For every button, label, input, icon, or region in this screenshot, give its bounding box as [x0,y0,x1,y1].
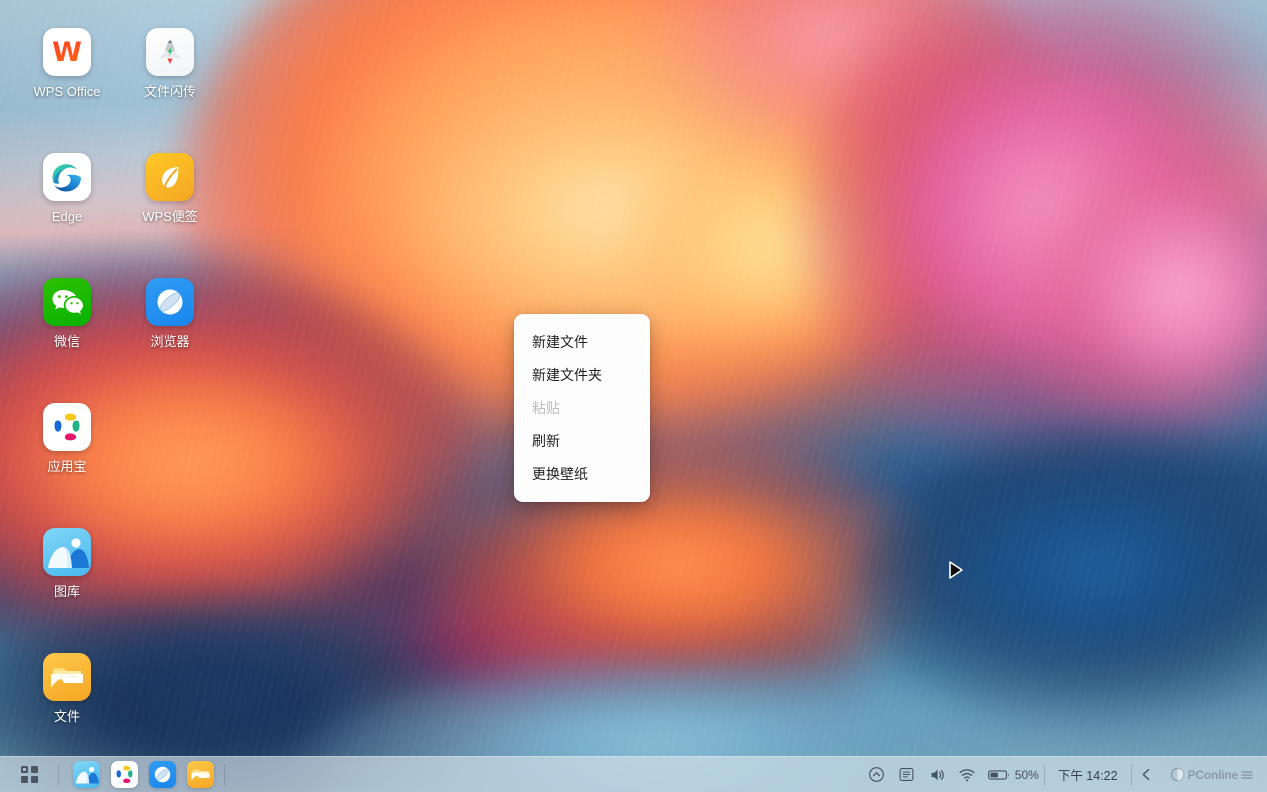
pconline-watermark-text: PConline [1188,768,1238,782]
desktop-icon-grid: W WPS Office 文件闪传 [0,0,240,750]
browser-icon [152,764,173,785]
desktop-icon-wechat[interactable]: 微信 [17,278,117,348]
desktop-icon-wps-notes[interactable]: WPS便签 [120,153,220,223]
desktop-icon-label: 图库 [54,585,80,598]
desktop-icon-label: 浏览器 [150,335,189,348]
file-flash-transfer-icon [146,28,194,76]
context-menu-item-new-file[interactable]: 新建文件 [514,326,650,359]
chevron-left-icon [1139,767,1154,782]
desktop-icon-gallery[interactable]: 图库 [17,528,117,598]
context-menu-item-refresh[interactable]: 刷新 [514,425,650,458]
battery-icon [988,768,1010,782]
context-menu-item-change-wallpaper[interactable]: 更换壁纸 [514,458,650,491]
speaker-icon [928,766,946,784]
taskbar-app-gallery[interactable] [73,761,100,788]
edge-browser-icon [43,153,91,201]
desktop-icon-label: WPS Office [34,85,101,98]
gallery-icon [43,528,91,576]
taskbar: 50% 下午 14:22 PConline [0,756,1267,792]
petals-glyph [49,409,85,445]
app-grid-icon [21,766,38,783]
battery-percent-label: 50% [1015,768,1039,782]
pconline-logo-icon [1170,767,1185,782]
globe-glyph [153,285,187,319]
tray-expand-button[interactable] [862,760,892,790]
desktop-icon-app-store[interactable]: 应用宝 [17,403,117,473]
grid-square-1 [21,766,28,773]
desktop-icon-label: 微信 [54,335,80,348]
rocket-glyph [153,35,187,69]
wifi-icon [958,766,976,784]
notification-list-icon [898,766,915,783]
wps-office-icon: W [43,28,91,76]
desktop-icon-files[interactable]: 文件 [17,653,117,723]
grid-square-2 [31,766,38,773]
wechat-icon [43,278,91,326]
system-tray: 50% 下午 14:22 PConline [862,757,1267,792]
wechat-glyph [50,286,84,318]
desktop-icon-file-flash-transfer[interactable]: 文件闪传 [120,28,220,98]
taskbar-app-app-store[interactable] [111,761,138,788]
tray-notifications-button[interactable] [892,760,922,790]
desktop-icon-label: 文件闪传 [144,85,196,98]
tray-battery-button[interactable]: 50% [982,760,1044,790]
grid-square-4 [31,776,38,783]
tray-wifi-button[interactable] [952,760,982,790]
desktop-icon-label: WPS便签 [142,210,198,223]
taskbar-divider-pinned [224,764,225,786]
grid-square-3 [21,776,28,783]
wps-w-glyph: W [52,39,82,66]
context-menu-item-new-folder[interactable]: 新建文件夹 [514,359,650,392]
files-icon [187,761,214,788]
desktop-icon-edge[interactable]: Edge [17,153,117,223]
taskbar-pinned-apps [59,757,224,792]
desktop-icon-label: Edge [52,210,82,223]
files-icon [43,653,91,701]
taskbar-clock[interactable]: 下午 14:22 [1045,760,1131,790]
tray-volume-button[interactable] [922,760,952,790]
app-store-icon [43,403,91,451]
taskbar-app-files[interactable] [187,761,214,788]
desktop-icon-browser[interactable]: 浏览器 [120,278,220,348]
desktop-icon-label: 文件 [54,710,80,723]
folder-glyph [43,653,91,701]
chevron-up-circle-icon [868,766,885,783]
taskbar-collapse-button[interactable] [1132,760,1162,790]
app-store-icon [113,763,136,786]
desktop-icon-wps-office[interactable]: W WPS Office [17,28,117,98]
gallery-icon [73,761,100,788]
taskbar-app-browser[interactable] [149,761,176,788]
browser-icon [146,278,194,326]
leaf-glyph [155,162,185,192]
wps-notes-icon [146,153,194,201]
context-menu-item-paste: 粘贴 [514,392,650,425]
edge-glyph [48,158,86,196]
desktop-icon-label: 应用宝 [47,460,86,473]
start-apps-button[interactable] [0,757,58,792]
watermark-bars-icon [1241,769,1253,781]
photo-mountain-glyph [43,528,91,576]
pconline-watermark: PConline [1162,767,1263,782]
desktop-context-menu: 新建文件 新建文件夹 粘贴 刷新 更换壁纸 [514,314,650,502]
